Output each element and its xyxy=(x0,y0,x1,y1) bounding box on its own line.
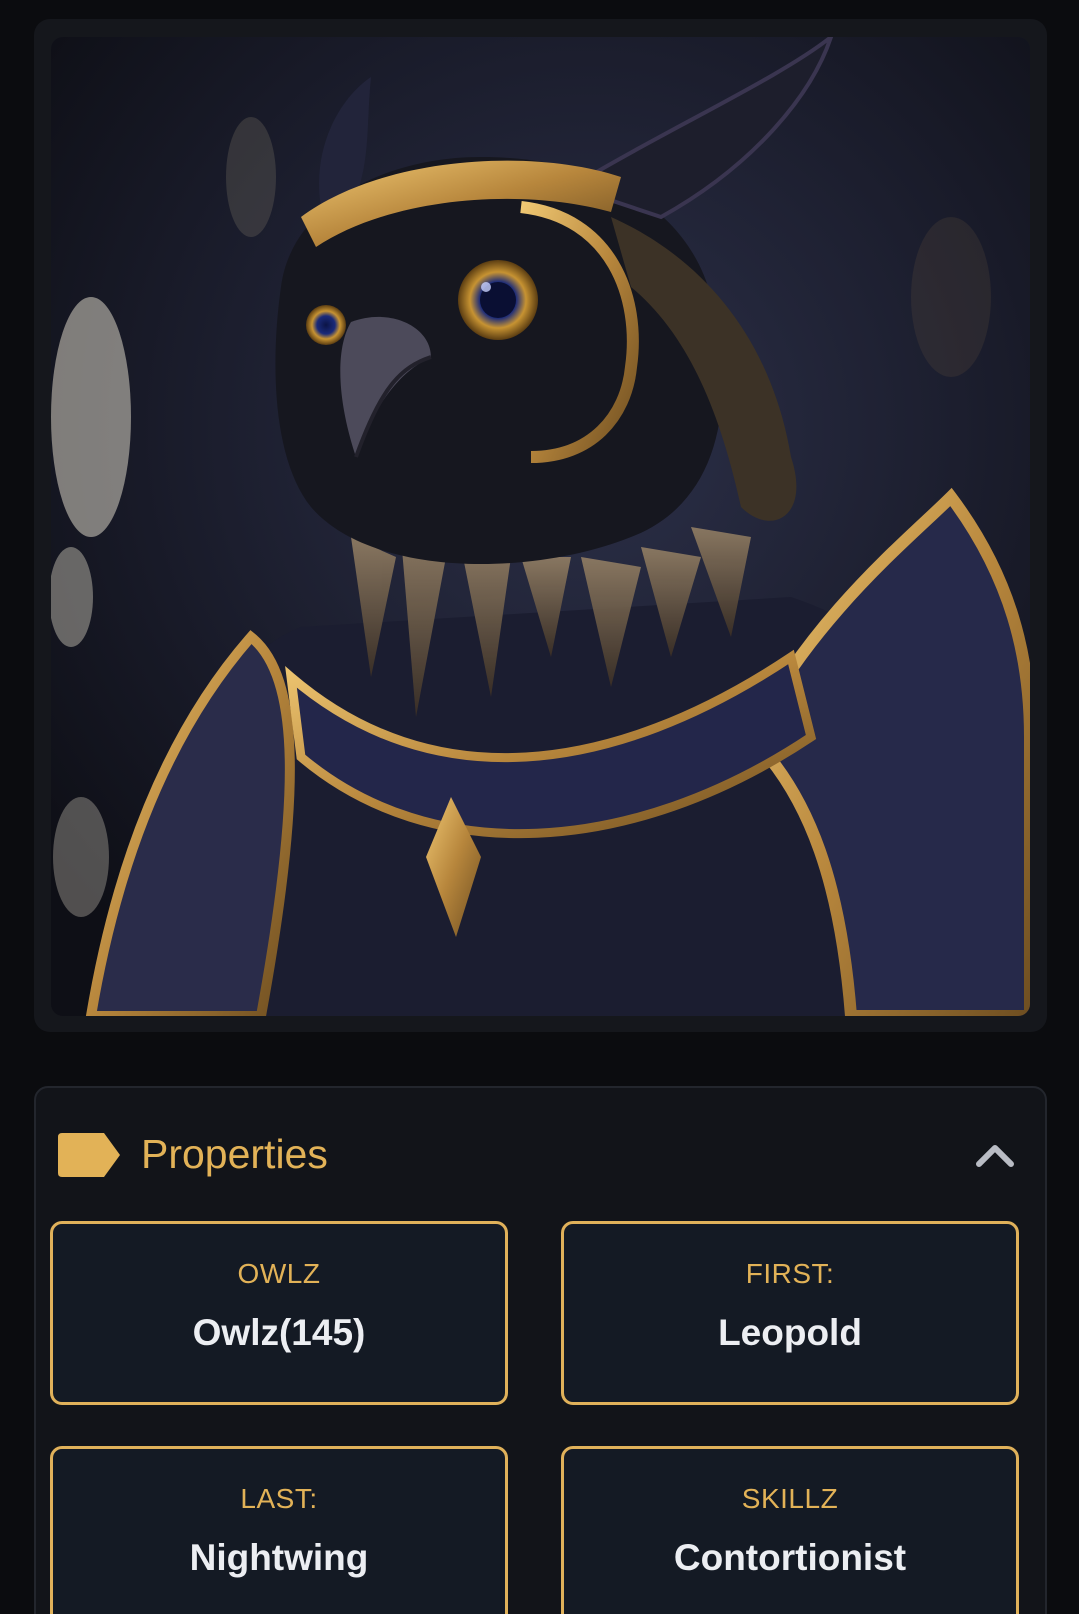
chevron-up-icon[interactable] xyxy=(973,1136,1017,1172)
property-value: Nightwing xyxy=(189,1537,369,1578)
nft-detail-page: Properties OWLZ Owlz(145) FIRST: Leopold… xyxy=(0,0,1079,1614)
property-type: SKILLZ xyxy=(741,1483,839,1514)
property-type: FIRST: xyxy=(745,1258,835,1289)
property-card-last[interactable]: LAST: Nightwing xyxy=(50,1446,508,1614)
nft-image-card xyxy=(34,19,1047,1032)
property-card-owlz[interactable]: OWLZ Owlz(145) xyxy=(50,1221,508,1405)
property-value: Owlz(145) xyxy=(192,1312,366,1353)
tag-icon xyxy=(58,1133,120,1177)
property-value: Contortionist xyxy=(673,1537,907,1578)
owl-illustration xyxy=(51,37,1030,1016)
property-type: LAST: xyxy=(240,1483,318,1514)
properties-header[interactable]: Properties xyxy=(36,1088,1045,1216)
nft-image[interactable] xyxy=(51,37,1030,1016)
property-card-first[interactable]: FIRST: Leopold xyxy=(561,1221,1019,1405)
properties-panel: Properties OWLZ Owlz(145) FIRST: Leopold… xyxy=(34,1086,1047,1614)
property-card-skillz[interactable]: SKILLZ Contortionist xyxy=(561,1446,1019,1614)
property-type: OWLZ xyxy=(237,1258,321,1289)
property-value: Leopold xyxy=(718,1312,862,1353)
properties-title: Properties xyxy=(141,1131,328,1177)
